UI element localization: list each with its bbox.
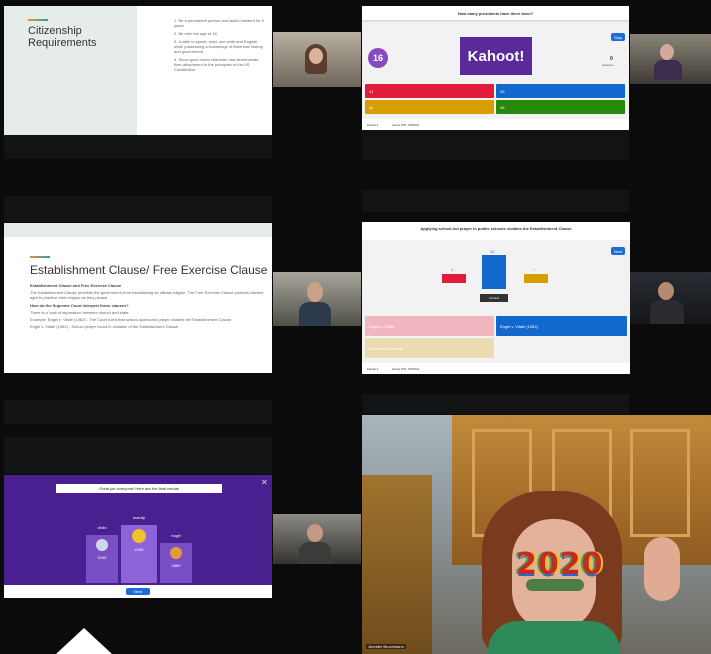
empty-strip	[362, 394, 629, 414]
podium-second: ofclin 3245	[86, 525, 118, 583]
result-option-pink: Engel v. Vitale	[365, 316, 494, 336]
bar-value: 12	[490, 249, 495, 254]
footer-site: kahoot.it	[367, 367, 379, 371]
empty-strip	[362, 130, 629, 160]
empty-strip	[362, 190, 629, 212]
answer-option-blue: 43	[496, 84, 625, 98]
empty-strip	[4, 196, 272, 222]
question-text: How many presidents have there been?	[457, 11, 534, 16]
podium-name: ricgirl	[171, 533, 181, 538]
glasses-lenses	[526, 579, 584, 591]
question-bar	[362, 222, 630, 240]
answer-option-green: 45	[496, 100, 625, 114]
answers-count: 0	[610, 56, 613, 62]
accent-line	[28, 19, 48, 21]
podium-name: mandy	[132, 515, 145, 520]
medal-icon	[132, 529, 146, 543]
medal-icon	[96, 539, 108, 551]
result-option-blue: Engel v. Vitale (1962)	[496, 316, 627, 336]
accent-line	[30, 256, 50, 258]
timer-badge: 16	[368, 48, 388, 68]
podium-score: 3245	[97, 555, 107, 560]
medal-icon	[170, 547, 182, 559]
body-heading: How do the Supreme Court interpret these…	[30, 303, 129, 308]
list-item: 3. Is able to speak, read, and write and…	[174, 39, 263, 54]
participant-video-5[interactable]	[273, 514, 361, 564]
doorway	[362, 475, 432, 654]
podium-name: ofclin	[97, 525, 107, 530]
participant-video-3[interactable]	[273, 272, 361, 326]
body-paragraph: Example: Engel v. Vitale (1962) - The Co…	[30, 317, 233, 322]
kahoot-podium-panel: ✕ Great job everyone! Here are the final…	[4, 475, 272, 598]
slide-panel-establishment: Establishment Clause/ Free Exercise Clau…	[4, 223, 272, 373]
kahoot-question-panel: How many presidents have there been? 16 …	[362, 6, 629, 130]
body-heading: Establishment Clause and Free Exercise C…	[30, 283, 122, 288]
slide-top-band	[4, 223, 272, 237]
teacher-shirt	[488, 621, 620, 654]
participant-avatar	[307, 282, 323, 302]
glasses-2020-icon: 2020	[516, 547, 604, 582]
skip-button[interactable]: Skip	[611, 33, 625, 41]
bar-value: 1	[533, 267, 536, 272]
answer-option-red: 41	[365, 84, 494, 98]
participant-video-4[interactable]	[630, 272, 711, 324]
question-text: Applying school-led prayer in public sch…	[420, 226, 572, 231]
participant-video-2[interactable]	[630, 34, 711, 84]
podium-first: mandy 4160	[121, 515, 157, 583]
correct-tag: Correct	[480, 294, 508, 302]
kahoot-logo: Kahoot!	[460, 37, 532, 75]
podium-banner: Great job everyone! Here are the final r…	[56, 484, 222, 493]
slide-title: Establishment Clause/ Free Exercise Clau…	[30, 263, 268, 277]
body-paragraph: Engel v. Vitale (1962) - School prayer f…	[30, 324, 179, 329]
up-arrow-icon[interactable]	[56, 628, 112, 654]
teacher-video[interactable]: 2020 Jennifer Brochmann	[362, 415, 711, 654]
result-option-cream: Lemon v. Kurtzman	[365, 338, 494, 358]
next-button[interactable]: Next	[611, 247, 625, 255]
podium-score: 4160	[134, 547, 144, 552]
body-paragraph: There is a 'wall of separation' between …	[30, 310, 130, 315]
next-button[interactable]: Next	[126, 588, 150, 595]
footer-pin: Game PIN: 7654321	[392, 123, 420, 127]
participant-avatar	[307, 524, 323, 542]
list-item: 1. Be a permanent person and lawful resi…	[174, 18, 264, 28]
empty-strip	[4, 400, 272, 424]
participant-avatar	[660, 44, 674, 60]
slide-panel-citizenship: Citizenship Requirements 1. Be a permane…	[4, 6, 272, 135]
teacher-hand	[644, 537, 680, 601]
result-bar-yellow	[524, 274, 548, 283]
footer-pin: Game PIN: 7654321	[392, 367, 420, 371]
participant-name-label: Jennifer Brochmann	[366, 644, 406, 649]
participant-avatar	[658, 282, 674, 300]
answer-option-yellow: 44	[365, 100, 494, 114]
result-bar-blue	[482, 255, 506, 289]
close-icon[interactable]: ✕	[261, 479, 269, 487]
footer-site: kahoot.it	[367, 123, 379, 127]
podium-score: 2889	[171, 563, 181, 568]
kahoot-results-panel: Applying school-led prayer in public sch…	[362, 222, 630, 374]
participant-video-1[interactable]	[273, 32, 361, 87]
slide-body: Establishment Clause and Free Exercise C…	[30, 283, 266, 329]
bar-chart: 1 12 1 Correct	[422, 247, 572, 307]
requirements-list: 1. Be a permanent person and lawful resi…	[174, 18, 266, 72]
answers-label: Answers	[602, 63, 614, 67]
empty-strip	[4, 437, 272, 474]
list-item: 2. Be over the age of 18	[174, 31, 217, 36]
body-paragraph: The Establishment Clause prohibits the g…	[30, 290, 265, 300]
empty-strip	[4, 135, 272, 159]
slide-title: Citizenship Requirements	[28, 25, 97, 49]
bar-value: 1	[451, 267, 454, 272]
list-item: 4. Show good moral character and demonst…	[174, 57, 259, 72]
result-bar-red	[442, 274, 466, 283]
podium-third: ricgirl 2889	[160, 533, 192, 583]
